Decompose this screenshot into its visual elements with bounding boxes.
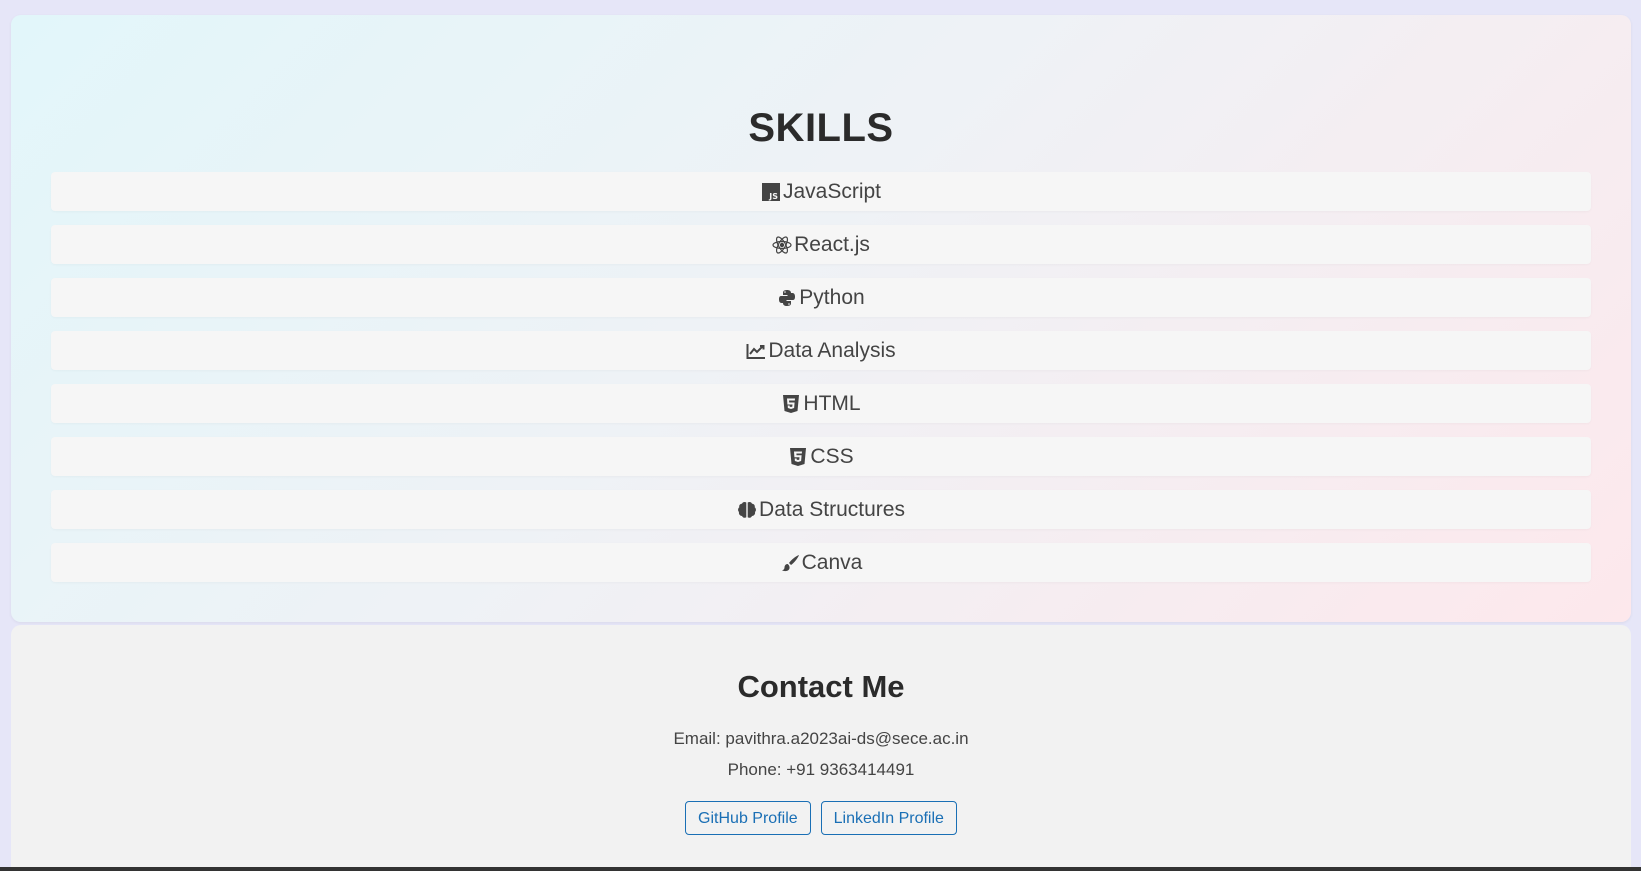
react-icon [772,235,792,255]
skill-item-python: Python [51,278,1591,317]
bottom-border [0,867,1641,871]
skill-label: React.js [794,232,870,256]
skills-list: JS JavaScript React.js Python Data Analy… [51,172,1591,596]
brain-icon [737,500,757,520]
skill-label: Data Analysis [768,338,896,362]
svg-text:JS: JS [768,192,778,201]
contact-section: Contact Me Email: pavithra.a2023ai-ds@se… [11,625,1631,867]
skill-item-javascript: JS JavaScript [51,172,1591,211]
contact-email: Email: pavithra.a2023ai-ds@sece.ac.in [673,729,969,748]
linkedin-profile-button[interactable]: LinkedIn Profile [820,801,957,835]
chart-line-icon [746,341,766,361]
profile-links: GitHub Profile LinkedIn Profile [11,801,1631,835]
js-icon: JS [761,182,781,202]
skill-label: JavaScript [782,179,882,203]
skill-label: HTML [803,391,861,415]
skill-label: Data Structures [759,497,905,521]
github-profile-button[interactable]: GitHub Profile [685,801,811,835]
skills-section: SKILLS JS JavaScript React.js Python Dat… [11,15,1631,622]
skill-item-css: CSS [51,437,1591,476]
skill-item-html: HTML [51,384,1591,423]
skill-item-data-structures: Data Structures [51,490,1591,529]
html5-icon [781,394,801,414]
skill-item-react: React.js [51,225,1591,264]
css3-icon [788,447,808,467]
skills-title: SKILLS [748,106,894,150]
paintbrush-icon [780,553,800,573]
skill-label: Canva [801,550,863,574]
python-icon [777,288,797,308]
skill-label: CSS [810,444,854,468]
skill-label: Python [799,285,865,309]
skill-item-data-analysis: Data Analysis [51,331,1591,370]
contact-phone: Phone: +91 9363414491 [727,760,915,779]
contact-title: Contact Me [737,669,905,704]
skill-item-canva: Canva [51,543,1591,582]
